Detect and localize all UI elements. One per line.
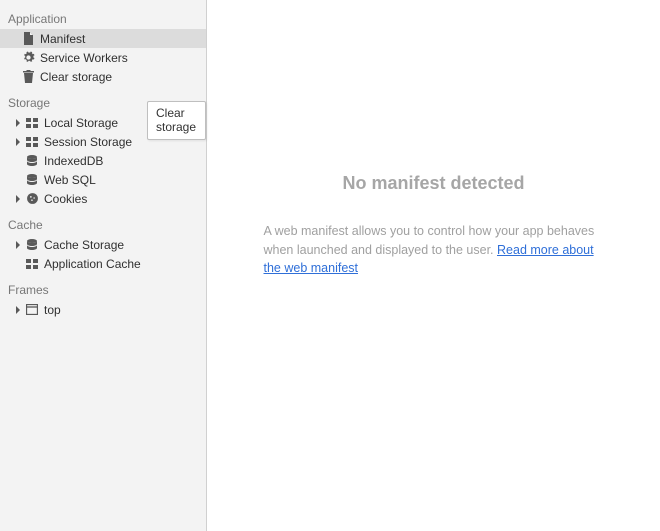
sidebar-item-manifest[interactable]: Manifest: [0, 29, 206, 48]
grid-icon: [24, 118, 40, 128]
sidebar-item-clear-storage[interactable]: Clear storage: [0, 67, 206, 86]
gear-icon: [20, 51, 36, 64]
grid-icon: [24, 137, 40, 147]
frame-icon: [24, 304, 40, 315]
expand-arrow-icon: [14, 241, 24, 249]
sidebar-item-label: Cache Storage: [44, 238, 124, 252]
sidebar-item-label: top: [44, 303, 61, 317]
expand-arrow-icon: [14, 195, 24, 203]
sidebar-item-service-workers[interactable]: Service Workers: [0, 48, 206, 67]
sidebar-item-indexeddb[interactable]: IndexedDB: [0, 151, 206, 170]
sidebar-item-application-cache[interactable]: Application Cache: [0, 254, 206, 273]
sidebar-item-label: IndexedDB: [44, 154, 103, 168]
sidebar-item-label: Manifest: [40, 32, 85, 46]
expand-arrow-icon: [14, 138, 24, 146]
main-panel: No manifest detected A web manifest allo…: [207, 0, 660, 531]
tooltip-clear-storage: Clear storage: [147, 101, 206, 140]
section-cache-title: Cache: [0, 214, 206, 235]
document-icon: [20, 32, 36, 45]
manifest-description: A web manifest allows you to control how…: [264, 222, 604, 278]
sidebar-item-label: Application Cache: [44, 257, 141, 271]
sidebar-item-cache-storage[interactable]: Cache Storage: [0, 235, 206, 254]
cookie-icon: [24, 192, 40, 205]
section-application-title: Application: [0, 8, 206, 29]
database-icon: [24, 174, 40, 186]
sidebar-item-frame-top[interactable]: top: [0, 300, 206, 319]
sidebar-item-label: Local Storage: [44, 116, 118, 130]
no-manifest-headline: No manifest detected: [342, 173, 524, 194]
expand-arrow-icon: [14, 119, 24, 127]
sidebar-item-label: Web SQL: [44, 173, 96, 187]
section-frames-title: Frames: [0, 279, 206, 300]
database-icon: [24, 239, 40, 251]
trash-icon: [20, 70, 36, 83]
sidebar-item-label: Service Workers: [40, 51, 128, 65]
database-icon: [24, 155, 40, 167]
sidebar-item-label: Clear storage: [40, 70, 112, 84]
expand-arrow-icon: [14, 306, 24, 314]
application-sidebar: Application Manifest Service Workers Cle…: [0, 0, 207, 531]
sidebar-item-label: Session Storage: [44, 135, 132, 149]
sidebar-item-cookies[interactable]: Cookies: [0, 189, 206, 208]
sidebar-item-label: Cookies: [44, 192, 87, 206]
grid-icon: [24, 259, 40, 269]
sidebar-item-web-sql[interactable]: Web SQL: [0, 170, 206, 189]
